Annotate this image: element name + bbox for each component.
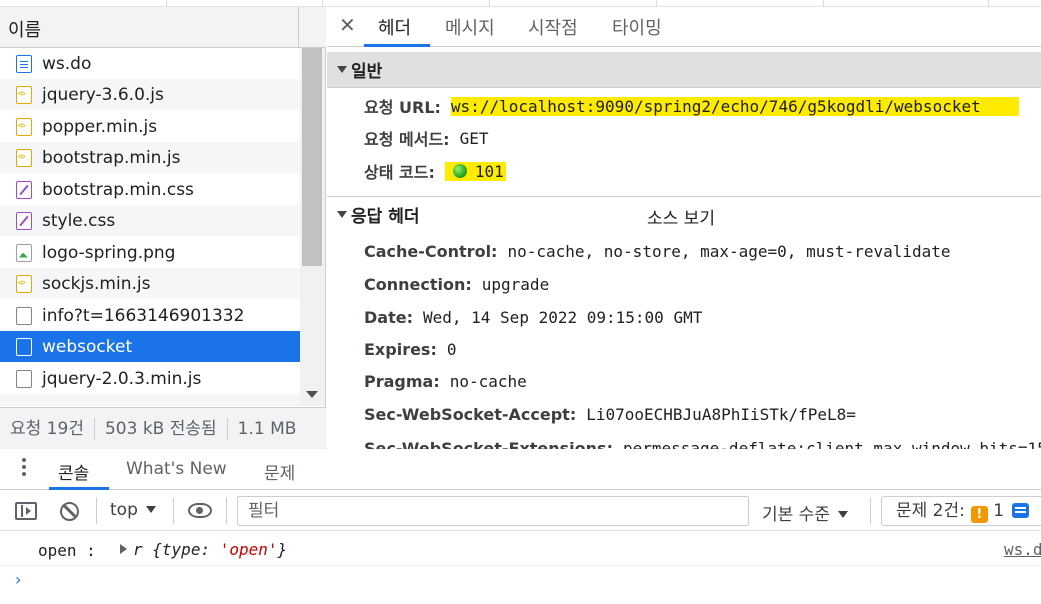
more-options-icon[interactable] bbox=[22, 458, 27, 480]
file-icon bbox=[16, 337, 32, 356]
general-section-header[interactable]: 일반 bbox=[327, 52, 1041, 88]
request-row-sockjs[interactable]: sockjs.min.js bbox=[0, 268, 300, 299]
script-icon bbox=[16, 117, 32, 136]
console-toolbar: top 필터 기본 수준 문제 2건:! 1 bbox=[0, 491, 1041, 531]
timeline-strip bbox=[0, 0, 1041, 7]
active-tab-indicator bbox=[49, 487, 109, 490]
file-icon bbox=[16, 369, 32, 388]
image-icon bbox=[16, 243, 32, 262]
doc-icon bbox=[16, 54, 32, 73]
show-sidebar-icon[interactable] bbox=[15, 502, 37, 520]
tab-issues[interactable]: 문제 bbox=[264, 459, 295, 484]
request-row-bootstrap-js[interactable]: bootstrap.min.js bbox=[0, 142, 300, 173]
toolbar-divider bbox=[870, 498, 871, 524]
close-icon[interactable]: ✕ bbox=[339, 13, 356, 37]
response-header-row: Sec-WebSocket-Extensions: permessage-def… bbox=[364, 438, 1041, 450]
response-header-row: Pragma: no-cache bbox=[364, 371, 527, 391]
request-row-jquery-2-0-3[interactable]: jquery-2.0.3.min.js bbox=[0, 363, 300, 394]
toolbar-divider bbox=[96, 498, 97, 524]
response-header-row: Connection: upgrade bbox=[364, 274, 550, 294]
network-panel: 이름 ws.do jquery-3.6.0.js popper.min.js b… bbox=[0, 0, 1041, 449]
toolbar-divider bbox=[173, 498, 174, 524]
script-icon bbox=[16, 148, 32, 167]
toolbar-divider bbox=[226, 498, 227, 524]
request-count: 요청 19건 bbox=[0, 417, 95, 440]
request-row-partial[interactable] bbox=[0, 394, 300, 406]
view-source-link[interactable]: 소스 보기 bbox=[647, 204, 715, 229]
request-url-value[interactable]: ws://localhost:9090/spring2/echo/746/g5k… bbox=[450, 96, 1019, 116]
request-list: 이름 ws.do jquery-3.6.0.js popper.min.js b… bbox=[0, 7, 326, 449]
request-row-popper[interactable]: popper.min.js bbox=[0, 111, 300, 142]
clear-console-icon[interactable] bbox=[60, 502, 79, 521]
script-icon bbox=[16, 274, 32, 293]
request-row-logo-spring[interactable]: logo-spring.png bbox=[0, 237, 300, 268]
tab-messages[interactable]: 메시지 bbox=[445, 14, 495, 40]
chevron-down-icon bbox=[837, 511, 848, 518]
tab-timing[interactable]: 타이밍 bbox=[612, 14, 662, 40]
stylesheet-icon bbox=[16, 180, 32, 199]
collapse-triangle-icon bbox=[337, 211, 347, 218]
context-select[interactable]: top bbox=[110, 500, 156, 520]
scrollbar-thumb[interactable] bbox=[302, 48, 322, 266]
scroll-down-arrow-icon[interactable] bbox=[306, 391, 318, 398]
request-list-header: 이름 bbox=[0, 7, 326, 48]
request-row-websocket[interactable]: websocket bbox=[0, 331, 300, 362]
request-rows: ws.do jquery-3.6.0.js popper.min.js boot… bbox=[0, 48, 300, 406]
expand-triangle-icon bbox=[120, 544, 127, 554]
response-header-row: Sec-WebSocket-Accept: Li07ooECHBJuA8PhIi… bbox=[364, 404, 856, 424]
column-name-header[interactable]: 이름 bbox=[8, 16, 41, 42]
log-object[interactable]: r {type: 'open'} bbox=[120, 540, 287, 559]
issues-button[interactable]: 문제 2건:! 1 bbox=[881, 496, 1041, 526]
log-message: open : bbox=[38, 541, 96, 560]
response-header-row: Cache-Control: no-cache, no-store, max-a… bbox=[364, 241, 951, 261]
live-expression-eye-icon[interactable] bbox=[188, 503, 212, 518]
request-url-row: 요청 URL: ws://localhost:9090/spring2/echo… bbox=[364, 93, 1019, 119]
active-tab-indicator bbox=[364, 44, 430, 47]
request-row-info[interactable]: info?t=1663146901332 bbox=[0, 300, 300, 331]
status-code-value[interactable]: 101 bbox=[444, 161, 506, 181]
chevron-down-icon bbox=[145, 506, 156, 513]
resources-size: 1.1 MB bbox=[237, 418, 297, 439]
status-code-row: 상태 코드: 101 bbox=[364, 161, 506, 182]
collapse-triangle-icon bbox=[337, 66, 347, 73]
details-tab-bar: ✕ 헤더 메시지 시작점 타이밍 bbox=[327, 7, 1041, 47]
response-header-row: Date: Wed, 14 Sep 2022 09:15:00 GMT bbox=[364, 307, 703, 327]
warning-icon: ! bbox=[970, 506, 988, 523]
request-row-style-css[interactable]: style.css bbox=[0, 205, 300, 236]
request-method-value[interactable]: GET bbox=[460, 129, 489, 148]
status-ok-icon bbox=[452, 163, 467, 178]
log-level-select[interactable]: 기본 수준 bbox=[762, 500, 848, 525]
request-list-scrollbar[interactable] bbox=[300, 48, 325, 406]
stylesheet-icon bbox=[16, 211, 32, 230]
console-prompt-icon[interactable]: › bbox=[15, 570, 21, 589]
tab-headers[interactable]: 헤더 bbox=[378, 14, 411, 40]
file-icon bbox=[16, 306, 32, 325]
response-header-row: Expires: 0 bbox=[364, 339, 457, 359]
request-row-jquery-3-6-0[interactable]: jquery-3.6.0.js bbox=[0, 79, 300, 110]
transferred-size: 503 kB 전송됨 bbox=[95, 417, 228, 440]
request-row-bootstrap-css[interactable]: bootstrap.min.css bbox=[0, 174, 300, 205]
tab-whats-new[interactable]: What's New bbox=[126, 459, 227, 479]
script-icon bbox=[16, 85, 32, 104]
log-source-link[interactable]: ws.do bbox=[1004, 540, 1041, 559]
message-icon bbox=[1012, 503, 1030, 518]
request-method-row: 요청 메서드: GET bbox=[364, 128, 489, 150]
tab-console[interactable]: 콘솔 bbox=[58, 459, 89, 484]
request-row-ws-do[interactable]: ws.do bbox=[0, 48, 300, 79]
filter-input[interactable]: 필터 bbox=[237, 496, 749, 526]
network-summary-bar: 요청 19건 503 kB 전송됨 1.1 MB bbox=[0, 407, 326, 449]
console-output: open : r {type: 'open'} ws.do › bbox=[0, 532, 1041, 604]
console-log-entry: open : r {type: 'open'} ws.do bbox=[0, 532, 1041, 566]
request-details: ✕ 헤더 메시지 시작점 타이밍 일반 요청 URL: ws://localho… bbox=[327, 7, 1041, 449]
drawer-tab-bar: 콘솔 What's New 문제 bbox=[0, 450, 1041, 490]
tab-initiator[interactable]: 시작점 bbox=[528, 14, 578, 40]
column-divider bbox=[298, 7, 299, 48]
